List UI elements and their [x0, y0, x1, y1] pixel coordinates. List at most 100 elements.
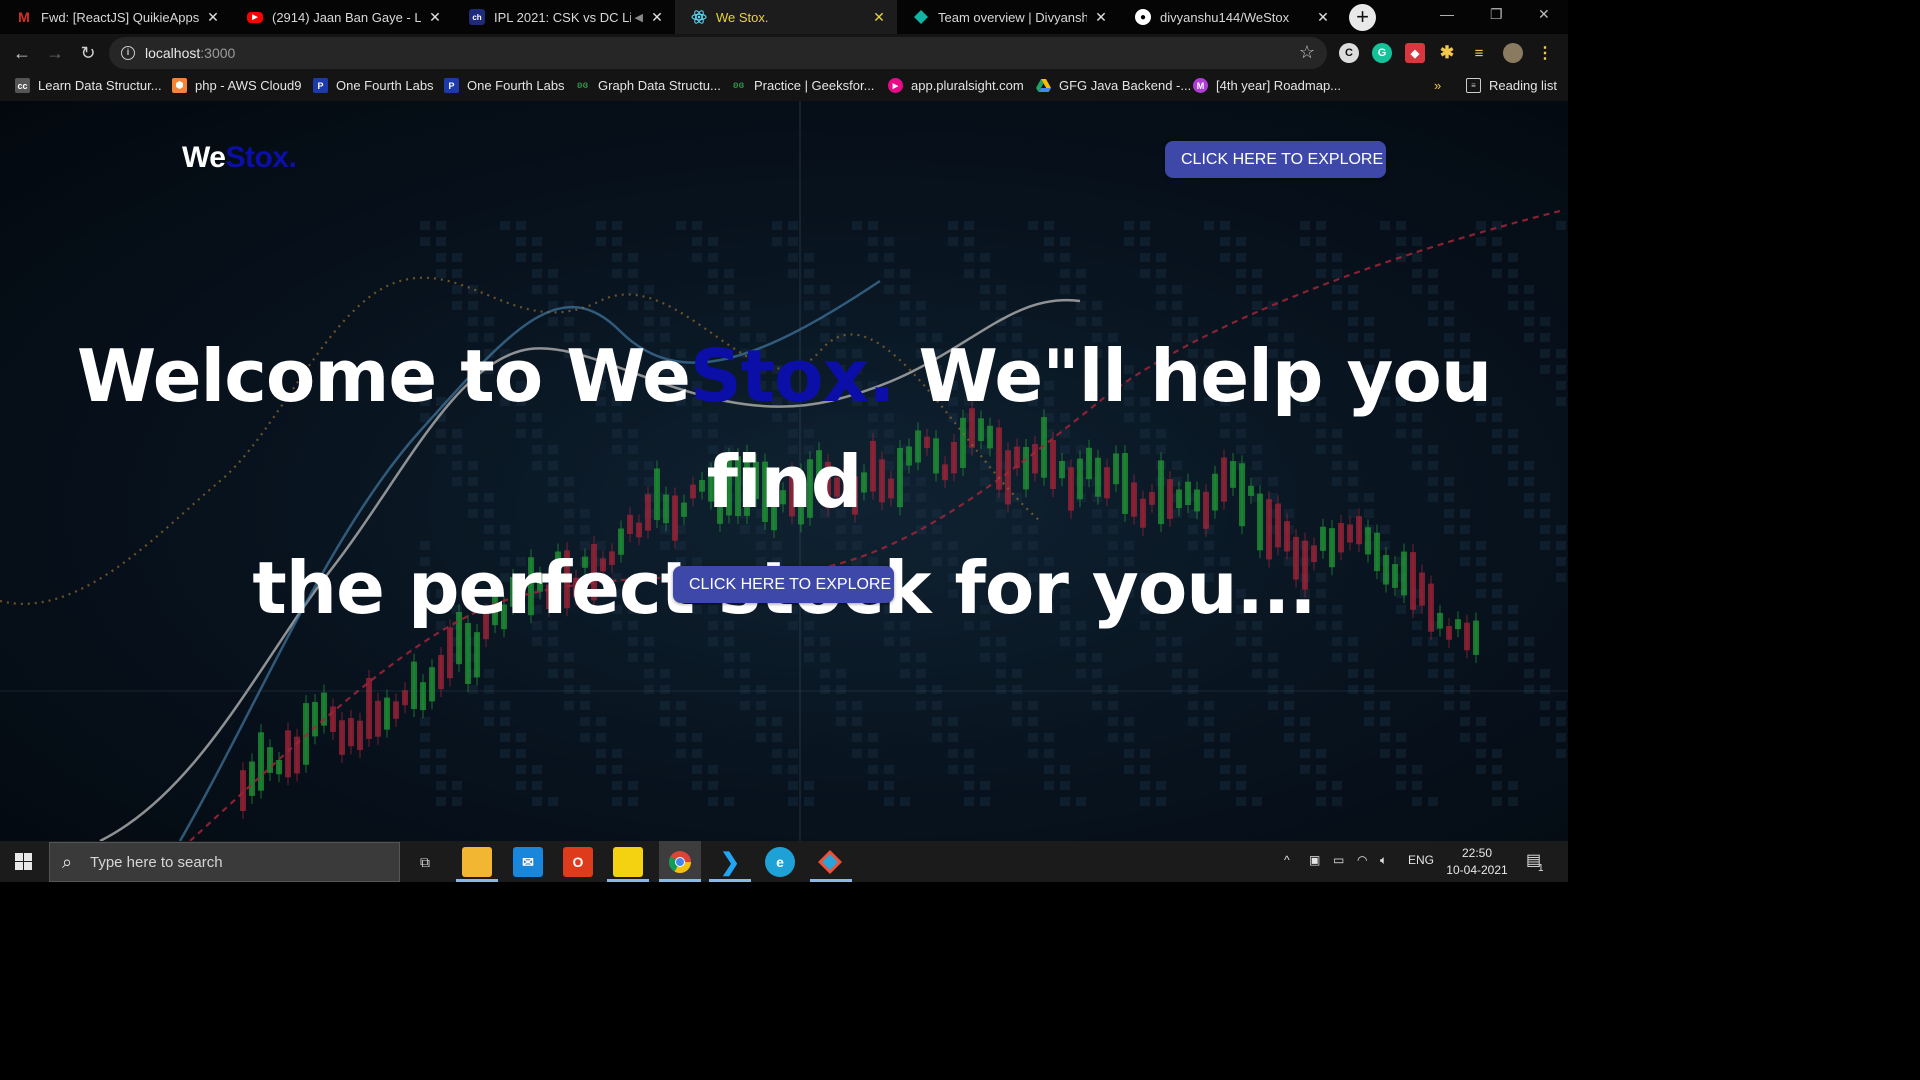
new-tab-button[interactable]: +	[1349, 4, 1376, 31]
tab-ipl[interactable]: ch IPL 2021: CSK vs DC Live ◀ ✕	[453, 0, 675, 34]
task-view-icon[interactable]: ⧉	[410, 847, 440, 877]
bookmark-label: [4th year] Roadmap...	[1216, 78, 1342, 93]
bookmarks-bar: cc Learn Data Structur... ⬢ php - AWS Clou…	[0, 72, 1568, 101]
github-icon: ●	[1135, 9, 1151, 25]
windows-taskbar: ⌕ Type here to search ⧉ ✉ O ❯ e ^ ▣ ▭ ◠ …	[0, 841, 1568, 882]
extension-c-icon[interactable]: C	[1339, 43, 1359, 63]
bookmark-item[interactable]: ⬢ php - AWS Cloud9	[172, 78, 301, 93]
back-icon[interactable]: ←	[11, 42, 33, 64]
close-icon[interactable]: ✕	[1315, 9, 1331, 26]
westox-logo[interactable]: WeStox.	[182, 141, 297, 175]
tab-youtube[interactable]: ▶ (2914) Jaan Ban Gaye - Lyrica ✕	[231, 0, 453, 34]
tab-title: Team overview | Divyanshu c	[938, 9, 1087, 25]
git-icon[interactable]	[815, 847, 845, 877]
menu-kebab-icon[interactable]: ⋮	[1535, 43, 1555, 63]
search-icon: ⌕	[62, 852, 73, 872]
forward-icon[interactable]: →	[44, 42, 66, 64]
profile-avatar[interactable]	[1503, 43, 1523, 63]
bookmark-item[interactable]: ʚɞ Practice | Geeksfor...	[731, 78, 875, 93]
chrome-taskbar-button[interactable]	[659, 841, 701, 882]
reading-list-label: Reading list	[1489, 78, 1557, 93]
media-queue-icon[interactable]: ≡	[1469, 43, 1489, 63]
edge-icon[interactable]: e	[765, 847, 795, 877]
running-indicator	[456, 879, 498, 882]
close-icon[interactable]: ✕	[649, 9, 665, 26]
explore-button-hero[interactable]: CLICK HERE TO EXPLORE	[673, 566, 894, 603]
info-icon[interactable]: i	[121, 46, 135, 60]
webpage-viewport: WeStox. CLICK HERE TO EXPLORE Welcome to…	[0, 101, 1568, 841]
bookmark-item[interactable]: P One Fourth Labs	[313, 78, 434, 93]
hero-line-1: Welcome to WeStox. We"ll help you find	[0, 323, 1568, 535]
google-drive-icon	[1036, 78, 1051, 93]
windows-start-icon[interactable]	[15, 853, 32, 870]
bookmark-item[interactable]: cc Learn Data Structur...	[15, 78, 162, 93]
language-indicator[interactable]: ENG	[1408, 853, 1434, 867]
close-icon[interactable]: ✕	[205, 9, 221, 26]
reload-icon[interactable]: ↻	[77, 42, 99, 64]
bookmark-label: Graph Data Structu...	[598, 78, 721, 93]
tab-github[interactable]: ● divyanshu144/WeStox ✕	[1119, 0, 1341, 34]
tab-title: Fwd: [ReactJS] QuikieApps Int	[41, 9, 199, 25]
reading-list-button[interactable]: ≡ Reading list	[1466, 78, 1557, 93]
bookmark-item[interactable]: ʚɞ Graph Data Structu...	[575, 78, 721, 93]
tab-team-overview[interactable]: Team overview | Divyanshu c ✕	[897, 0, 1119, 34]
grammarly-icon[interactable]: G	[1372, 43, 1392, 63]
close-icon[interactable]: ✕	[427, 9, 443, 26]
pluralsight-p-icon: P	[444, 78, 459, 93]
maximize-icon[interactable]: ❐	[1490, 6, 1503, 23]
bookmark-item[interactable]: M [4th year] Roadmap...	[1193, 78, 1341, 93]
bookmark-item[interactable]: P One Fourth Labs	[444, 78, 565, 93]
mail-icon[interactable]: ✉	[513, 847, 543, 877]
reading-list-icon: ≡	[1466, 78, 1481, 93]
tray-overflow-icon[interactable]: ^	[1284, 853, 1290, 867]
bookmark-item[interactable]: GFG Java Backend -...	[1036, 78, 1191, 93]
office-icon[interactable]: O	[563, 847, 593, 877]
bookmark-star-icon[interactable]: ☆	[1299, 42, 1315, 63]
minimize-icon[interactable]: —	[1440, 6, 1454, 22]
sticky-notes-icon[interactable]	[613, 847, 643, 877]
tab-title: IPL 2021: CSK vs DC Live	[494, 9, 631, 25]
hero-text-welcome: Welcome to We	[76, 334, 691, 418]
tab-gmail[interactable]: M Fwd: [ReactJS] QuikieApps Int ✕	[0, 0, 231, 34]
running-indicator	[659, 879, 701, 882]
vscode-icon[interactable]: ❯	[715, 847, 745, 877]
bookmark-label: One Fourth Labs	[467, 78, 565, 93]
close-icon[interactable]: ✕	[1093, 9, 1109, 26]
youtube-icon: ▶	[247, 11, 263, 23]
tab-title: (2914) Jaan Ban Gaye - Lyrica	[272, 9, 421, 25]
system-clock[interactable]: 22:50 10-04-2021	[1442, 845, 1512, 879]
close-window-icon[interactable]: ✕	[1538, 6, 1550, 23]
running-indicator	[709, 879, 751, 882]
notification-count: 1	[1538, 863, 1544, 874]
tab-title: divyanshu144/WeStox	[1160, 9, 1290, 25]
logo-stox: Stox.	[225, 141, 297, 174]
screen: M Fwd: [ReactJS] QuikieApps Int ✕ ▶ (291…	[0, 0, 1568, 882]
browser-tab-strip: M Fwd: [ReactJS] QuikieApps Int ✕ ▶ (291…	[0, 0, 1568, 34]
wifi-icon[interactable]: ◠	[1357, 853, 1367, 867]
search-placeholder: Type here to search	[90, 854, 223, 871]
address-bar[interactable]: i localhost:3000 ☆	[109, 37, 1327, 69]
volume-icon[interactable]: 🔈︎	[1380, 853, 1387, 868]
clock-time: 22:50	[1461, 846, 1493, 860]
browser-toolbar: ← → ↻ i localhost:3000 ☆ C G ◆ ✱ ≡ ⋮	[0, 34, 1568, 72]
tab-westox[interactable]: We Stox. ✕	[675, 0, 897, 34]
explore-button-nav[interactable]: CLICK HERE TO EXPLORE	[1165, 141, 1386, 178]
tab-title: We Stox.	[716, 9, 769, 25]
pluralsight-p-icon: P	[313, 78, 328, 93]
extension-red-icon[interactable]: ◆	[1405, 43, 1425, 63]
clock-date: 10-04-2021	[1446, 863, 1508, 877]
meet-now-icon[interactable]: ▣	[1309, 853, 1320, 867]
gfg-icon: ʚɞ	[732, 80, 745, 91]
more-bookmarks-icon[interactable]: »	[1434, 78, 1441, 93]
bookmark-item[interactable]: ▶ app.pluralsight.com	[888, 78, 1024, 93]
running-indicator	[607, 879, 649, 882]
url-text[interactable]: localhost:3000	[145, 45, 235, 61]
m-icon: M	[1193, 78, 1208, 93]
speaker-mute-icon[interactable]: ◀	[635, 11, 643, 24]
extensions-puzzle-icon[interactable]: ✱	[1437, 43, 1457, 63]
file-explorer-icon[interactable]	[462, 847, 492, 877]
battery-icon[interactable]: ▭	[1333, 853, 1344, 867]
bookmark-label: GFG Java Backend -...	[1059, 78, 1192, 93]
close-icon[interactable]: ✕	[871, 9, 887, 26]
taskbar-search-box[interactable]: ⌕ Type here to search	[49, 842, 400, 882]
